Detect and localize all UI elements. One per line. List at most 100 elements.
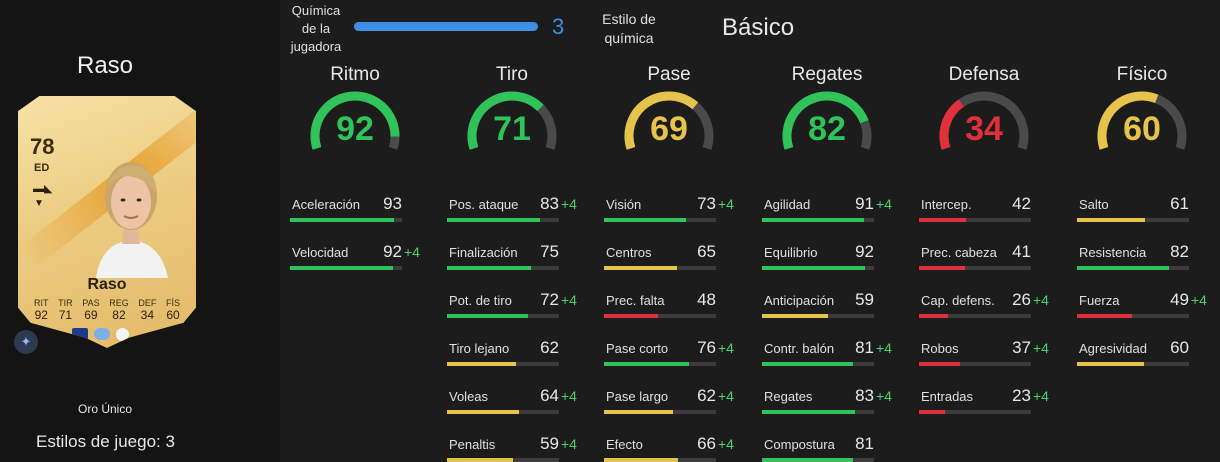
- player-card[interactable]: 78 ED ▬◣ ▼ Raso RIT 92 TIR 71 PAS 69 REG 82 DEF 3…: [18, 96, 196, 348]
- stat-name: Finalización: [449, 245, 518, 260]
- stat-row[interactable]: Contr. balón 81 +4: [762, 334, 902, 382]
- stat-name: Anticipación: [764, 293, 835, 308]
- stat-name: Prec. cabeza: [921, 245, 997, 260]
- stat-name: Contr. balón: [764, 341, 835, 356]
- nation-flag-icon: [72, 328, 88, 340]
- gauge-value: 34: [965, 110, 1003, 148]
- stat-value: 26: [1012, 290, 1031, 309]
- card-player-name: Raso: [87, 276, 127, 293]
- chemistry-label: Química de la jugadora: [290, 3, 342, 54]
- stat-value: 83: [540, 194, 559, 213]
- card-stat-value: 69: [84, 308, 98, 322]
- gauge-value: 71: [493, 110, 531, 148]
- stat-bar-fill: [1077, 362, 1145, 366]
- stat-bar-fill: [447, 218, 540, 222]
- stat-bar: [604, 218, 716, 222]
- stat-row[interactable]: Intercep. 42: [919, 190, 1059, 238]
- stat-bar-fill: [604, 266, 677, 270]
- stat-row[interactable]: Fuerza 49 +4: [1077, 286, 1217, 334]
- stat-value: 23: [1012, 386, 1031, 405]
- stat-column-ritmo: Ritmo 92 Aceleración 93 Velocidad 92 +4: [290, 64, 430, 286]
- stat-column-tiro: Tiro 71 Pos. ataque 83 +4 Finalización 75 Pot. …: [447, 64, 587, 462]
- stat-name: Velocidad: [292, 245, 349, 260]
- stat-row[interactable]: Cap. defens. 26 +4: [919, 286, 1059, 334]
- stat-name: Aceleración: [292, 197, 360, 212]
- stat-row[interactable]: Aceleración 93: [290, 190, 430, 238]
- stat-boost: +4: [561, 436, 577, 452]
- stat-bar-fill: [762, 314, 829, 318]
- column-title: Tiro: [495, 64, 529, 85]
- card-stat-label: PAS: [82, 298, 100, 308]
- stat-row[interactable]: Prec. falta 48: [604, 286, 744, 334]
- stat-row[interactable]: Tiro lejano 62: [447, 334, 587, 382]
- card-stat-label: RIT: [34, 298, 49, 308]
- card-stat-reg: REG 82: [109, 298, 129, 322]
- stat-bar: [919, 266, 1031, 270]
- stat-bar: [604, 266, 716, 270]
- stat-row[interactable]: Penaltis 59 +4: [447, 430, 587, 462]
- stat-row[interactable]: Efecto 66 +4: [604, 430, 744, 462]
- chemistry-style-value[interactable]: Básico: [722, 14, 794, 42]
- stat-row[interactable]: Resistencia 82: [1077, 238, 1217, 286]
- stat-value: 64: [540, 386, 559, 405]
- stat-bar: [447, 314, 559, 318]
- stat-name: Regates: [764, 389, 813, 404]
- league-logo-icon: [94, 328, 110, 340]
- stat-row[interactable]: Regates 83 +4: [762, 382, 902, 430]
- stat-row[interactable]: Centros 65: [604, 238, 744, 286]
- stat-boost: +4: [718, 436, 734, 452]
- column-title: Regates: [791, 64, 863, 85]
- stat-bar: [762, 362, 874, 366]
- card-position: ED: [34, 162, 50, 174]
- stat-row[interactable]: Pase largo 62 +4: [604, 382, 744, 430]
- stat-row[interactable]: Pot. de tiro 72 +4: [447, 286, 587, 334]
- gauge-value: 60: [1123, 110, 1161, 148]
- stat-row[interactable]: Velocidad 92 +4: [290, 238, 430, 286]
- stat-value: 93: [383, 194, 402, 213]
- chemistry-bar-fill: [354, 22, 538, 31]
- playstyles-count[interactable]: Estilos de juego: 3: [36, 432, 175, 452]
- player-panel: Raso 78 ED ▬◣ ▼ Raso RIT 92 TIR 71 PAS 69 REG 8…: [0, 0, 280, 462]
- stat-row[interactable]: Anticipación 59: [762, 286, 902, 334]
- stat-bar: [1077, 314, 1189, 318]
- stat-value: 59: [540, 434, 559, 453]
- rating-gauge: 71: [447, 90, 577, 164]
- stat-row[interactable]: Salto 61: [1077, 190, 1217, 238]
- stat-row[interactable]: Agilidad 91 +4: [762, 190, 902, 238]
- stat-bar-fill: [919, 266, 965, 270]
- stat-row[interactable]: Voleas 64 +4: [447, 382, 587, 430]
- stat-row[interactable]: Pos. ataque 83 +4: [447, 190, 587, 238]
- rating-gauge: 34: [919, 90, 1049, 164]
- stat-name: Pase corto: [606, 341, 669, 356]
- stat-row[interactable]: Robos 37 +4: [919, 334, 1059, 382]
- stat-bar: [604, 314, 716, 318]
- stat-row[interactable]: Compostura 81: [762, 430, 902, 462]
- stat-bar-fill: [762, 458, 853, 462]
- stat-bar: [919, 410, 1031, 414]
- stat-row[interactable]: Agresividad 60: [1077, 334, 1217, 382]
- stat-row[interactable]: Equilibrio 92: [762, 238, 902, 286]
- stat-row[interactable]: Visión 73 +4: [604, 190, 744, 238]
- chemistry-bar: [354, 22, 538, 31]
- stat-bar-fill: [919, 218, 967, 222]
- stat-value: 41: [1012, 242, 1031, 261]
- stat-bar: [447, 218, 559, 222]
- stat-row[interactable]: Pase corto 76 +4: [604, 334, 744, 382]
- stat-name: Agilidad: [764, 197, 811, 212]
- gauge-value: 92: [336, 110, 374, 148]
- stat-column-físico: Físico 60 Salto 61 Resistencia 82 Fuerza 49 +4 Ag…: [1077, 64, 1217, 382]
- stat-bar: [919, 362, 1031, 366]
- stat-name: Robos: [921, 341, 959, 356]
- card-stat-pas: PAS 69: [82, 298, 99, 322]
- stat-row[interactable]: Entradas 23 +4: [919, 382, 1059, 430]
- stat-value: 49: [1170, 290, 1189, 309]
- stat-bar-fill: [762, 410, 855, 414]
- card-stat-value: 60: [166, 308, 180, 322]
- stat-bar-fill: [447, 266, 531, 270]
- stat-name: Pot. de tiro: [449, 293, 512, 308]
- stat-row[interactable]: Finalización 75: [447, 238, 587, 286]
- stat-bar-fill: [919, 410, 945, 414]
- stat-bar-fill: [1077, 218, 1146, 222]
- chemistry-style-icon[interactable]: ✦: [14, 330, 38, 354]
- stat-row[interactable]: Prec. cabeza 41: [919, 238, 1059, 286]
